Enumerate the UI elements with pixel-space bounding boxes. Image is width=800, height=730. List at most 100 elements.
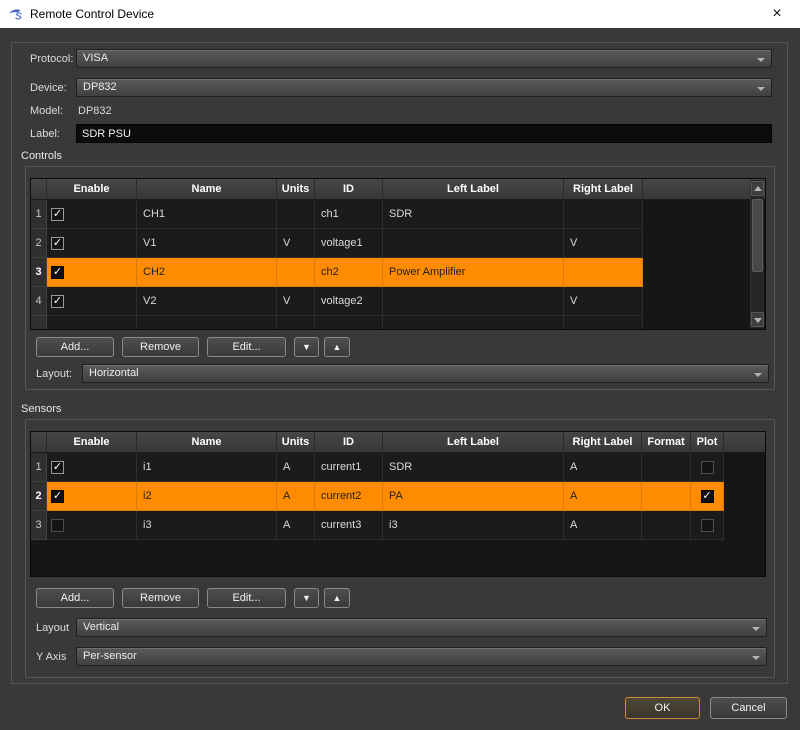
device-select[interactable]: DP832	[76, 78, 772, 97]
cell-left_label[interactable]	[383, 287, 564, 316]
enabled-checkbox[interactable]: ✓	[51, 461, 64, 474]
plot-checkbox[interactable]: ✓	[701, 490, 714, 503]
cell-right_label[interactable]: A	[564, 511, 642, 540]
cell-right_label[interactable]: V	[564, 287, 643, 316]
cell-id[interactable]: current3	[315, 511, 383, 540]
controls-table-row[interactable]: 4✓V2Vvoltage2V	[31, 287, 765, 316]
close-icon[interactable]: ×	[762, 2, 792, 26]
sensors-edit-button[interactable]: Edit...	[207, 588, 286, 608]
controls-move-down-icon[interactable]: ▼	[294, 337, 319, 357]
cell-id[interactable]: voltage1	[315, 229, 383, 258]
controls-add-button[interactable]: Add...	[36, 337, 114, 357]
sensors-table-row[interactable]: 3i3Acurrent3i3A	[31, 511, 765, 540]
cancel-button[interactable]: Cancel	[710, 697, 787, 719]
enabled-checkbox[interactable]	[51, 519, 64, 532]
controls-table-row[interactable]: 3 ✓ CH2 ch2Power Amplifier	[31, 258, 765, 287]
header-plot[interactable]: Plot	[691, 432, 724, 453]
label-input[interactable]	[76, 124, 772, 143]
cell-enabled[interactable]: ✓	[47, 258, 137, 287]
y-axis-select[interactable]: Per-sensor	[76, 647, 767, 666]
cell-left_label[interactable]: PA	[383, 482, 564, 511]
plot-checkbox[interactable]	[701, 519, 714, 532]
row-number[interactable]: 4	[31, 287, 47, 316]
controls-table[interactable]: EnableNameUnitsIDLeft LabelRight Label1✓…	[30, 178, 766, 330]
controls-table-row[interactable]: 2✓V1Vvoltage1V	[31, 229, 765, 258]
cell-right_label[interactable]: V	[564, 229, 643, 258]
sensors-table-row[interactable]: 2✓i2Acurrent2PAA✓	[31, 482, 765, 511]
ok-button[interactable]: OK	[625, 697, 700, 719]
cell-id[interactable]: current1	[315, 453, 383, 482]
cell-name[interactable]: i1	[137, 453, 277, 482]
row-number[interactable]: 3	[31, 511, 47, 540]
sensors-add-button[interactable]: Add...	[36, 588, 114, 608]
sensors-table-row[interactable]: 1✓i1Acurrent1SDRA	[31, 453, 765, 482]
cell-enabled[interactable]: ✓	[47, 287, 137, 316]
cell-name[interactable]: i3	[137, 511, 277, 540]
cell-left_label[interactable]	[383, 229, 564, 258]
cell-right_label[interactable]	[564, 258, 643, 287]
sensors-table[interactable]: EnableNameUnitsIDLeft LabelRight LabelFo…	[30, 431, 766, 577]
scrollbar-thumb[interactable]	[752, 199, 763, 272]
cell-id[interactable]: voltage2	[315, 287, 383, 316]
controls-table-scrollbar[interactable]	[750, 180, 764, 328]
controls-table-row[interactable]: 1 ✓ CH1 ch1SDR	[31, 200, 765, 229]
enabled-checkbox[interactable]: ✓	[51, 295, 64, 308]
cell-left_label[interactable]: Power Amplifier	[383, 258, 564, 287]
cell-name[interactable]: i2	[137, 482, 277, 511]
header-enable[interactable]: Enable	[47, 179, 137, 200]
scroll-down-button[interactable]	[751, 312, 764, 327]
cell-units[interactable]: A	[277, 482, 315, 511]
cell-units[interactable]: A	[277, 511, 315, 540]
cell-enabled[interactable]: ✓	[47, 482, 137, 511]
enabled-checkbox[interactable]: ✓	[51, 208, 64, 221]
cell-units[interactable]	[277, 200, 315, 229]
cell-name[interactable]: V1	[137, 229, 277, 258]
cell-units[interactable]	[277, 258, 315, 287]
sensors-move-down-icon[interactable]: ▼	[294, 588, 319, 608]
sensors-remove-button[interactable]: Remove	[122, 588, 199, 608]
cell-name[interactable]: CH2	[137, 258, 277, 287]
cell-enabled[interactable]: ✓	[47, 229, 137, 258]
cell-left_label[interactable]: i3	[383, 511, 564, 540]
controls-remove-button[interactable]: Remove	[122, 337, 199, 357]
cell-name[interactable]: CH1	[137, 200, 277, 229]
cell-name[interactable]: V2	[137, 287, 277, 316]
cell-id[interactable]: current2	[315, 482, 383, 511]
header-units[interactable]: Units	[277, 179, 315, 200]
cell-format[interactable]	[642, 453, 691, 482]
header-format[interactable]: Format	[642, 432, 691, 453]
cell-id[interactable]: ch1	[315, 200, 383, 229]
controls-edit-button[interactable]: Edit...	[207, 337, 286, 357]
header-enable[interactable]: Enable	[47, 432, 137, 453]
row-number[interactable]: 3	[31, 258, 47, 287]
cell-enabled[interactable]: ✓	[47, 200, 137, 229]
enabled-checkbox[interactable]: ✓	[51, 266, 64, 279]
cell-plot[interactable]	[691, 453, 724, 482]
cell-right_label[interactable]: A	[564, 482, 642, 511]
cell-left_label[interactable]: SDR	[383, 200, 564, 229]
enabled-checkbox[interactable]: ✓	[51, 490, 64, 503]
cell-units[interactable]: V	[277, 287, 315, 316]
row-number[interactable]: 1	[31, 200, 47, 229]
header-left-label[interactable]: Left Label	[383, 179, 564, 200]
cell-enabled[interactable]: ✓	[47, 453, 137, 482]
header-units[interactable]: Units	[277, 432, 315, 453]
header-left-label[interactable]: Left Label	[383, 432, 564, 453]
cell-plot[interactable]: ✓	[691, 482, 724, 511]
sensors-layout-select[interactable]: Vertical	[76, 618, 767, 637]
cell-right_label[interactable]	[564, 200, 643, 229]
row-number[interactable]: 1	[31, 453, 47, 482]
cell-left_label[interactable]: SDR	[383, 453, 564, 482]
header-id[interactable]: ID	[315, 432, 383, 453]
controls-move-up-icon[interactable]: ▲	[324, 337, 350, 357]
scroll-up-button[interactable]	[751, 181, 764, 196]
header-right-label[interactable]: Right Label	[564, 432, 642, 453]
cell-enabled[interactable]	[47, 511, 137, 540]
header-name[interactable]: Name	[137, 179, 277, 200]
cell-format[interactable]	[642, 482, 691, 511]
cell-right_label[interactable]: A	[564, 453, 642, 482]
row-number[interactable]: 2	[31, 482, 47, 511]
cell-id[interactable]: ch2	[315, 258, 383, 287]
sensors-move-up-icon[interactable]: ▲	[324, 588, 350, 608]
header-right-label[interactable]: Right Label	[564, 179, 643, 200]
